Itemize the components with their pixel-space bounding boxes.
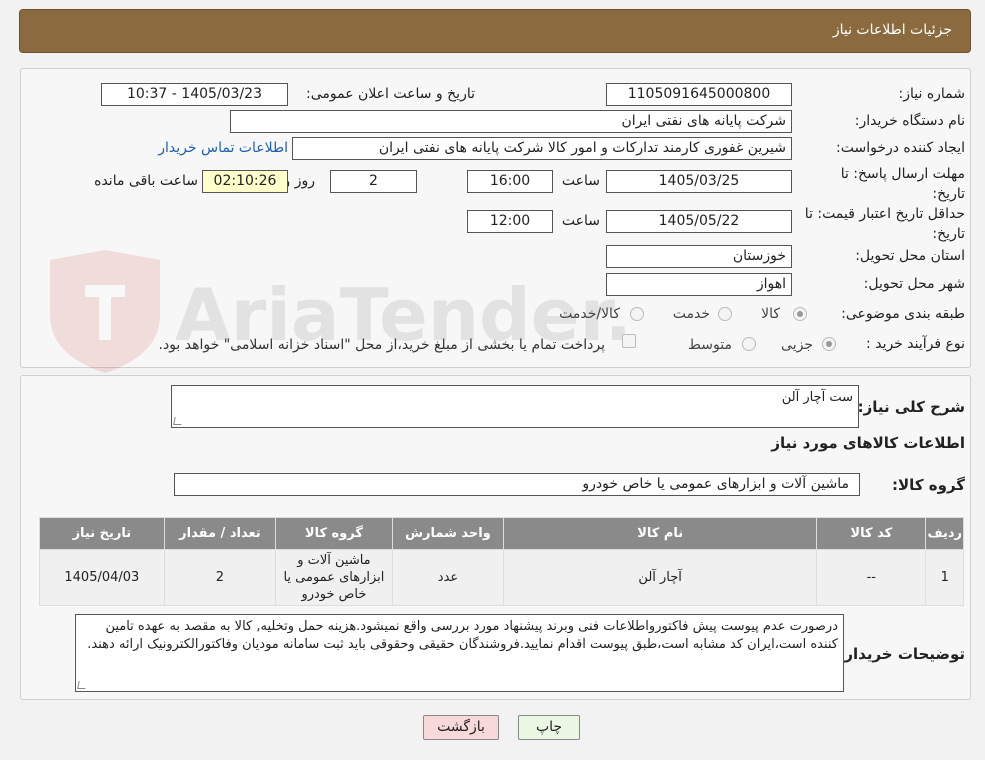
reply-deadline-label: مهلت ارسال پاسخ: تا تاریخ: (840, 166, 965, 202)
treasury-payment-note: پرداخت تمام یا بخشی از مبلغ خرید،از محل … (158, 337, 605, 353)
col-group: گروه کالا (275, 517, 393, 550)
process-minor-radio[interactable] (822, 337, 836, 351)
cell-date: 1405/04/03 (39, 549, 165, 606)
city-label: شهر محل تحویل: (863, 276, 965, 292)
col-date: تاریخ نیاز (39, 517, 165, 550)
goods-table: ردیف کد کالا نام کالا واحد شمارش گروه کا… (39, 517, 964, 606)
buyer-org-label: نام دستگاه خریدار: (854, 113, 965, 129)
category-label: طبقه بندی موضوعی: (841, 306, 965, 322)
print-button[interactable]: چاپ (518, 715, 580, 740)
reply-time-field[interactable]: 16:00 (467, 170, 553, 193)
table-row: 1 -- آچار آلن عدد ماشین آلات و ابزارهای … (39, 549, 964, 606)
col-row: ردیف (925, 517, 964, 550)
cell-qty: 2 (163, 549, 277, 606)
province-label: استان محل تحویل: (855, 248, 965, 264)
days-label: روز و (283, 173, 316, 189)
buyer-notes-label: توضیحات خریدار: (838, 645, 965, 663)
resize-grip-icon[interactable] (77, 681, 87, 689)
col-unit: واحد شمارش (391, 517, 505, 550)
process-medium-label: متوسط (688, 337, 732, 353)
col-qty: تعداد / مقدار (163, 517, 277, 550)
process-medium-radio[interactable] (742, 337, 756, 351)
buyer-notes-text: درصورت عدم پیوست پیش فاکتورواطلاعات فنی … (87, 619, 838, 652)
category-goods-label: کالا (761, 306, 780, 322)
reply-time-label: ساعت (561, 173, 600, 189)
reply-date-field[interactable]: 1405/03/25 (606, 170, 792, 193)
city-field[interactable]: اهواز (606, 273, 792, 296)
category-both-radio[interactable] (630, 307, 644, 321)
process-label: نوع فرآیند خرید : (866, 336, 965, 352)
page-title: جزئيات اطلاعات نياز (832, 22, 952, 38)
cell-name: آچار آلن (503, 549, 818, 606)
page-header: جزئيات اطلاعات نياز (19, 9, 971, 53)
goods-group-field[interactable]: ماشین آلات و ابزارهای عمومی یا خاص خودرو (174, 473, 860, 496)
price-validity-label: حداقل تاریخ اعتبار قیمت: تا تاریخ: (804, 206, 965, 242)
remaining-time-field: 02:10:26 (202, 170, 288, 193)
price-time-label: ساعت (561, 213, 600, 229)
remaining-label: ساعت باقی مانده (94, 173, 198, 189)
cell-code: -- (816, 549, 927, 606)
treasury-payment-checkbox[interactable] (622, 334, 636, 348)
goods-table-header: ردیف کد کالا نام کالا واحد شمارش گروه کا… (39, 517, 964, 550)
need-number-label: شماره نیاز: (898, 86, 966, 102)
summary-text: ست آچار آلن (781, 390, 853, 405)
category-goods-radio[interactable] (793, 307, 807, 321)
requester-label: ایجاد کننده درخواست: (836, 140, 965, 156)
back-button[interactable]: بازگشت (423, 715, 499, 740)
announce-field[interactable]: 1405/03/23 - 10:37 (101, 83, 288, 106)
category-service-label: خدمت (672, 306, 710, 322)
days-field[interactable]: 2 (330, 170, 417, 193)
resize-grip-icon[interactable] (173, 417, 183, 425)
category-service-radio[interactable] (718, 307, 732, 321)
cell-unit: عدد (391, 549, 505, 606)
price-date-field[interactable]: 1405/05/22 (606, 210, 792, 233)
cell-group: ماشین آلات و ابزارهای عمومی یا خاص خودرو (275, 549, 393, 606)
province-field[interactable]: خوزستان (606, 245, 792, 268)
requester-field[interactable]: شیرین غفوری کارمند تدارکات و امور کالا ش… (292, 137, 792, 160)
buyer-contact-link[interactable]: اطلاعات تماس خریدار (158, 140, 288, 156)
summary-label: شرح کلی نیاز: (857, 398, 965, 416)
buyer-notes-textarea[interactable]: درصورت عدم پیوست پیش فاکتورواطلاعات فنی … (75, 614, 844, 692)
col-code: کد کالا (816, 517, 927, 550)
goods-info-title: اطلاعات کالاهای مورد نیاز (771, 434, 965, 452)
summary-textarea[interactable]: ست آچار آلن (171, 385, 859, 428)
need-number-field[interactable]: 1105091645000800 (606, 83, 792, 106)
announce-label: تاریخ و ساعت اعلان عمومی: (306, 86, 475, 102)
process-minor-label: جزیی (781, 337, 813, 353)
price-time-field[interactable]: 12:00 (467, 210, 553, 233)
cell-row: 1 (925, 549, 964, 606)
col-name: نام کالا (503, 517, 818, 550)
category-both-label: کالا/خدمت (559, 306, 620, 322)
goods-group-label: گروه کالا: (892, 476, 965, 494)
buyer-org-field[interactable]: شرکت پایانه های نفتی ایران (230, 110, 792, 133)
